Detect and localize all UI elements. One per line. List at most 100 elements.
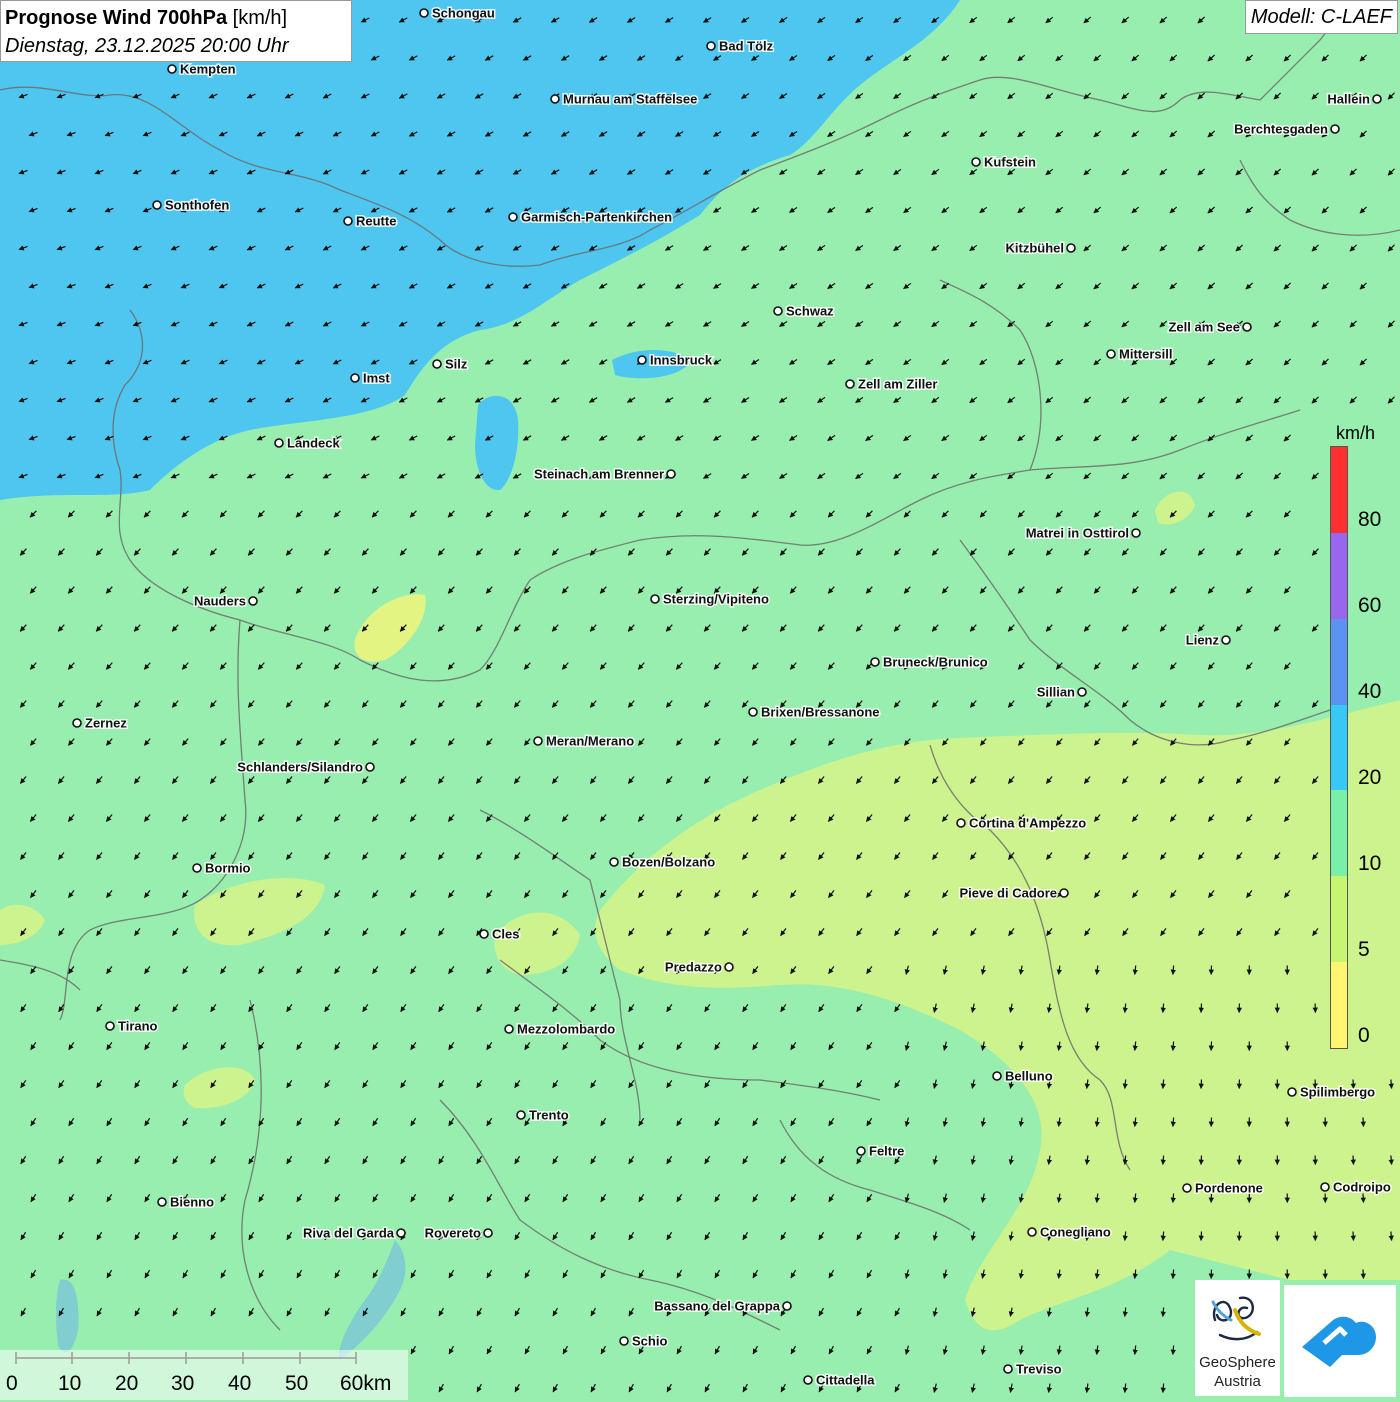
city-mezzolombardo: Mezzolombardo bbox=[505, 1022, 615, 1037]
city-dot bbox=[749, 708, 757, 716]
city-pieve-di-cadore: Pieve di Cadore bbox=[959, 886, 1068, 901]
partner-logo bbox=[1284, 1285, 1396, 1397]
geosphere-logo: GeoSphere Austria bbox=[1195, 1280, 1280, 1396]
legend-segment bbox=[1331, 790, 1347, 876]
legend-tick-label: 80 bbox=[1358, 508, 1381, 532]
city-dot bbox=[857, 1147, 865, 1155]
scale-tick-label: 0 bbox=[6, 1372, 18, 1396]
city-dot bbox=[534, 737, 542, 745]
city-dot bbox=[783, 1302, 791, 1310]
scale-tick-label: 40 bbox=[228, 1372, 251, 1396]
city-label: Conegliano bbox=[1040, 1225, 1111, 1240]
city-dot bbox=[610, 858, 618, 866]
wind-arrow bbox=[1173, 1194, 1174, 1203]
city-label: Berchtesgaden bbox=[1234, 122, 1328, 137]
city-label: Sterzing/Vipiteno bbox=[663, 592, 769, 607]
city-riva-del-garda: Riva del Garda bbox=[303, 1226, 405, 1241]
map-title-unit: [km/h] bbox=[227, 7, 287, 29]
city-label: Sillian bbox=[1037, 685, 1075, 700]
city-zell-am-ziller: Zell am Ziller bbox=[846, 377, 937, 392]
city-label: Steinach am Brenner bbox=[534, 467, 664, 482]
legend-segment bbox=[1331, 619, 1347, 705]
map-title-main: Prognose Wind 700hPa bbox=[5, 7, 227, 29]
scale-tick-label: 10 bbox=[58, 1372, 81, 1396]
city-dot bbox=[153, 201, 161, 209]
city-berchtesgaden: Berchtesgaden bbox=[1234, 122, 1339, 137]
scale-tick-label: 20 bbox=[115, 1372, 138, 1396]
wind-arrow bbox=[1391, 1080, 1392, 1089]
city-dot bbox=[972, 158, 980, 166]
city-dot bbox=[846, 380, 854, 388]
title-box: Prognose Wind 700hPa [km/h] Dienstag, 23… bbox=[0, 0, 352, 62]
city-dot bbox=[484, 1229, 492, 1237]
city-label: Codroipo bbox=[1333, 1180, 1391, 1195]
city-label: Schio bbox=[632, 1334, 667, 1349]
city-label: Cles bbox=[492, 927, 519, 942]
city-label: Nauders bbox=[194, 594, 246, 609]
city-dot bbox=[804, 1376, 812, 1384]
city-innsbruck: Innsbruck bbox=[638, 353, 713, 368]
wind-arrow bbox=[1163, 1232, 1164, 1241]
city-steinach-am-brenner: Steinach am Brenner bbox=[534, 467, 675, 482]
wind-arrow bbox=[1363, 1194, 1364, 1203]
city-label: Cortina d'Ampezzo bbox=[969, 816, 1086, 831]
city-bozen-bolzano: Bozen/Bolzano bbox=[610, 855, 715, 870]
legend-segment bbox=[1331, 876, 1347, 962]
city-dot bbox=[957, 819, 965, 827]
city-dot bbox=[505, 1025, 513, 1033]
city-label: Matrei in Osttirol bbox=[1026, 526, 1129, 541]
city-label: Kitzbühel bbox=[1006, 241, 1065, 256]
wind-arrow bbox=[1201, 1232, 1202, 1241]
city-label: Brixen/Bressanone bbox=[761, 705, 880, 720]
city-label: Zell am Ziller bbox=[858, 377, 937, 392]
city-dot bbox=[1321, 1183, 1329, 1191]
wind-arrow bbox=[1163, 1384, 1164, 1393]
city-dot bbox=[517, 1111, 525, 1119]
city-label: Hallein bbox=[1327, 92, 1370, 107]
city-dot bbox=[1331, 125, 1339, 133]
city-label: Predazzo bbox=[665, 960, 722, 975]
city-label: Bormio bbox=[205, 861, 251, 876]
city-label: Innsbruck bbox=[650, 353, 713, 368]
model-label: Modell: C-LAEF bbox=[1245, 0, 1398, 34]
wind-arrow bbox=[1201, 1004, 1202, 1013]
city-sterzing-vipiteno: Sterzing/Vipiteno bbox=[651, 592, 769, 607]
city-label: Pordenone bbox=[1195, 1181, 1263, 1196]
city-dot bbox=[397, 1229, 405, 1237]
map-title: Prognose Wind 700hPa [km/h] bbox=[5, 4, 347, 32]
city-dot bbox=[480, 930, 488, 938]
legend-tick-label: 10 bbox=[1358, 852, 1381, 876]
city-spilimbergo: Spilimbergo bbox=[1288, 1085, 1375, 1100]
scale-tick-label: 50 bbox=[285, 1372, 308, 1396]
legend-color-bar bbox=[1330, 446, 1348, 1049]
city-dot bbox=[420, 9, 428, 17]
city-cortina-d-ampezzo: Cortina d'Ampezzo bbox=[957, 816, 1086, 831]
city-label: Landeck bbox=[287, 436, 341, 451]
wind-arrow bbox=[1201, 1156, 1202, 1165]
city-label: Murnau am Staffelsee bbox=[563, 92, 697, 107]
city-label: Bruneck/Brunico bbox=[883, 655, 988, 670]
city-label: Mittersill bbox=[1119, 347, 1172, 362]
wind-arrow bbox=[1163, 1156, 1164, 1165]
city-label: Bad Tölz bbox=[719, 39, 774, 54]
city-pordenone: Pordenone bbox=[1183, 1181, 1263, 1196]
city-dot bbox=[1078, 688, 1086, 696]
city-label: Tirano bbox=[118, 1019, 158, 1034]
legend-tick-label: 5 bbox=[1358, 938, 1370, 962]
city-label: Treviso bbox=[1016, 1362, 1062, 1377]
city-bruneck-brunico: Bruneck/Brunico bbox=[871, 655, 988, 670]
city-label: Zernez bbox=[85, 716, 127, 731]
city-dot bbox=[551, 95, 559, 103]
wind-arrow bbox=[1173, 1118, 1174, 1127]
city-dot bbox=[1132, 529, 1140, 537]
legend-segment bbox=[1331, 533, 1347, 619]
city-dot bbox=[275, 439, 283, 447]
wind-arrow bbox=[1173, 1042, 1174, 1051]
city-label: Kufstein bbox=[984, 155, 1036, 170]
city-label: Mezzolombardo bbox=[517, 1022, 615, 1037]
city-label: Imst bbox=[363, 371, 390, 386]
city-sonthofen: Sonthofen bbox=[153, 198, 229, 213]
city-dot bbox=[651, 595, 659, 603]
city-label: Bozen/Bolzano bbox=[622, 855, 715, 870]
legend-segment bbox=[1331, 447, 1347, 533]
